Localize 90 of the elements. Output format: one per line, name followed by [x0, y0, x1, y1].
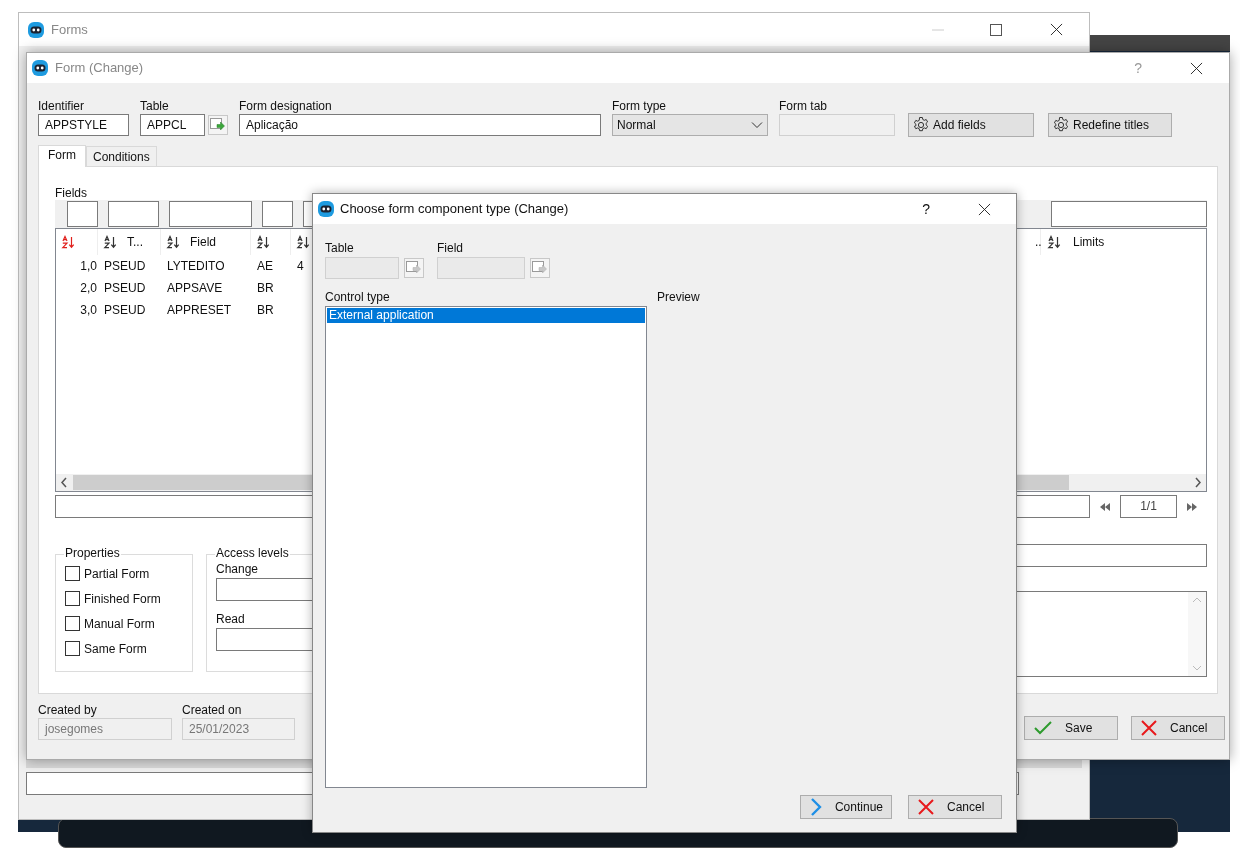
sort-icon[interactable]: [256, 235, 270, 249]
window-title: Form (Change): [55, 59, 144, 78]
table-cell-text: PSEUD: [103, 280, 147, 297]
column-header[interactable]: Limits: [1041, 229, 1206, 255]
table-cell-text: PSEUD: [103, 258, 147, 275]
table-cell-text: APPSAVE: [166, 280, 224, 297]
column-header[interactable]: T...: [98, 229, 161, 255]
table-cell-text: BR: [256, 280, 275, 297]
lookup-button[interactable]: [530, 258, 550, 278]
table-cell-text: 1,0: [79, 258, 98, 275]
table-cell-text: 3,0: [79, 302, 98, 319]
form-type-dropdown[interactable]: Normal: [612, 114, 768, 136]
checkbox[interactable]: [65, 566, 80, 581]
first-page-icon[interactable]: [1099, 501, 1111, 512]
column-header[interactable]: Field: [161, 229, 251, 255]
checkbox-label: Partial Form: [84, 565, 150, 583]
preview-label: Preview: [657, 290, 700, 305]
checkmark-icon: [1033, 720, 1053, 736]
close-icon[interactable]: [1190, 61, 1203, 75]
table-cell-text: 4: [296, 258, 305, 275]
cross-icon: [1140, 719, 1158, 737]
field-label: Table: [140, 99, 170, 114]
table-cell-text: AE: [256, 258, 274, 275]
field-label: Form tab: [779, 99, 828, 114]
filter-field[interactable]: [67, 201, 98, 227]
app-icon: [317, 200, 335, 218]
app-icon: [31, 59, 49, 77]
close-icon[interactable]: [978, 202, 991, 216]
filter-field[interactable]: [1051, 201, 1207, 227]
field-label: Control type: [325, 290, 391, 305]
field-label: Created by: [38, 703, 98, 718]
checkbox-label: Same Form: [84, 640, 147, 658]
field-label: Form designation: [239, 99, 333, 114]
group-title: Properties: [64, 546, 121, 560]
action-button[interactable]: Redefine titles: [1048, 113, 1172, 137]
lookup-button[interactable]: [208, 115, 228, 135]
text-field[interactable]: APPCL: [140, 114, 205, 136]
field-label: Created on: [182, 703, 243, 718]
last-page-icon[interactable]: [1186, 501, 1198, 512]
close-icon[interactable]: [1050, 23, 1063, 36]
filter-field[interactable]: [262, 201, 293, 227]
cancel-button[interactable]: Cancel: [1131, 716, 1225, 740]
field-label: Read: [216, 612, 246, 626]
readonly-field: 25/01/2023: [182, 718, 295, 740]
column-header[interactable]: ..: [1029, 229, 1041, 255]
section-label: Fields: [55, 186, 88, 200]
checkbox-label: Finished Form: [84, 590, 161, 608]
field-label: Table: [325, 241, 355, 256]
group-title: Access levels: [215, 546, 290, 560]
field-label: Form type: [612, 99, 667, 114]
tab[interactable]: Conditions: [86, 146, 157, 166]
cancel-button[interactable]: Cancel: [908, 795, 1002, 819]
text-field[interactable]: APPSTYLE: [38, 114, 129, 136]
tab[interactable]: Form: [38, 145, 86, 167]
readonly-field: josegomes: [38, 718, 172, 740]
filter-field[interactable]: [169, 201, 252, 227]
app-icon: [27, 20, 45, 39]
chevron-right-icon: [809, 798, 823, 816]
chevron-down-icon: [751, 121, 763, 129]
page-indicator: 1/1: [1120, 495, 1177, 518]
table-cell-text: PSEUD: [103, 302, 147, 319]
field-label: Identifier: [38, 99, 86, 114]
table-cell-text: 2,0: [79, 280, 98, 297]
list-item[interactable]: External application: [327, 308, 645, 323]
gear-icon: [1052, 116, 1070, 134]
gear-icon: [912, 116, 930, 134]
window-title: Choose form component type (Change): [340, 200, 569, 219]
window-title: Forms: [51, 20, 88, 39]
cross-icon: [917, 798, 935, 816]
sort-icon[interactable]: [1047, 235, 1061, 249]
checkbox[interactable]: [65, 591, 80, 606]
field-label: Field: [437, 241, 464, 256]
table-cell-text: BR: [256, 302, 275, 319]
filter-field[interactable]: [108, 201, 159, 227]
text-field[interactable]: Aplicação: [239, 114, 601, 136]
checkbox-label: Manual Form: [84, 615, 155, 633]
checkbox[interactable]: [65, 616, 80, 631]
sort-icon[interactable]: [296, 235, 310, 249]
sort-icon[interactable]: [166, 235, 180, 249]
sort-icon[interactable]: [103, 235, 117, 249]
help-button[interactable]: ?: [918, 198, 934, 220]
field-label: Change: [216, 562, 260, 576]
maximize-icon[interactable]: [990, 23, 1002, 36]
lookup-button[interactable]: [404, 258, 424, 278]
table-cell-text: APPRESET: [166, 302, 233, 319]
checkbox[interactable]: [65, 641, 80, 656]
action-button[interactable]: Add fields: [908, 113, 1034, 137]
continue-button[interactable]: Continue: [800, 795, 892, 819]
table-cell-text: LYTEDITO: [166, 258, 226, 275]
save-button[interactable]: Save: [1024, 716, 1118, 740]
